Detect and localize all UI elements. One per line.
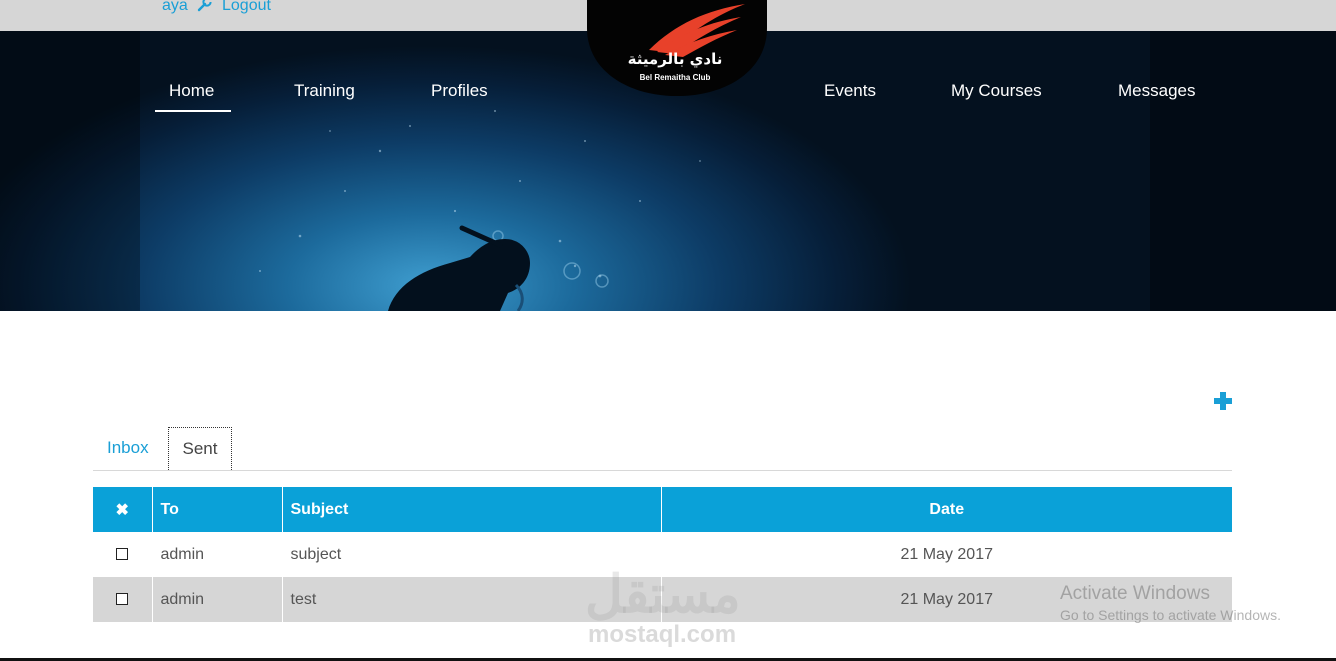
column-header-to: To xyxy=(152,487,283,532)
nav-my-courses[interactable]: My Courses xyxy=(951,81,1042,101)
club-logo[interactable]: نادي بالرميثة Bel Remaitha Club xyxy=(587,0,767,96)
nav-events[interactable]: Events xyxy=(824,81,876,101)
watermark-arabic: مستقل xyxy=(585,566,741,624)
logo-arabic-text: نادي بالرميثة xyxy=(628,50,723,69)
nav-active-underline xyxy=(155,110,231,112)
tabs-divider xyxy=(93,470,1232,471)
tab-inbox[interactable]: Inbox xyxy=(107,427,149,469)
watermark-text: mostaql.com xyxy=(588,621,737,648)
nav-training[interactable]: Training xyxy=(294,81,355,101)
activate-windows-title: Activate Windows xyxy=(1060,583,1210,604)
tab-sent[interactable]: Sent xyxy=(168,427,232,470)
nav-messages[interactable]: Messages xyxy=(1118,81,1195,101)
wrench-icon[interactable] xyxy=(196,0,212,13)
logout-link[interactable]: Logout xyxy=(222,0,271,16)
table-header-row: ✖ To Subject Date xyxy=(93,487,1232,532)
nav-profiles[interactable]: Profiles xyxy=(431,81,488,101)
row-date: 21 May 2017 xyxy=(900,545,993,563)
column-header-date: Date xyxy=(661,487,1232,532)
row-to: admin xyxy=(152,577,283,622)
column-header-subject: Subject xyxy=(282,487,662,532)
row-to: admin xyxy=(152,532,283,577)
logo-english-text: Bel Remaitha Club xyxy=(640,73,711,82)
activate-windows-subtitle: Go to Settings to activate Windows. xyxy=(1060,607,1281,623)
nav-home[interactable]: Home xyxy=(169,81,214,101)
delete-all-icon[interactable]: ✖ xyxy=(93,487,153,532)
row-checkbox[interactable] xyxy=(116,593,129,606)
add-message-icon[interactable] xyxy=(1213,391,1233,411)
row-checkbox[interactable] xyxy=(116,548,129,561)
username-link[interactable]: aya xyxy=(162,0,188,16)
